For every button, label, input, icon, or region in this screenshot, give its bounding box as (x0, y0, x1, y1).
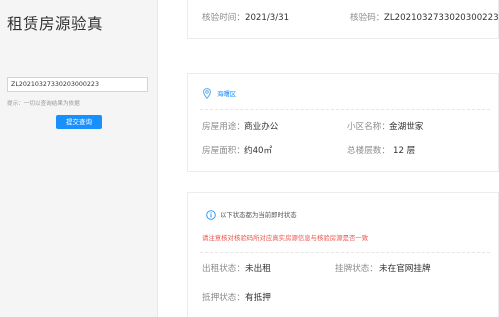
property-divider (200, 109, 490, 110)
community-value: 金湖世家 (389, 122, 424, 132)
community-label: 小区名称： (347, 122, 390, 132)
usage-label: 房屋用途： (202, 122, 245, 132)
district-label: 海曙区 (217, 90, 237, 98)
submit-query-button[interactable]: 提交查询 (56, 115, 102, 129)
page-title: 租赁房源验真 (7, 15, 104, 33)
rent-status-value: 未出租 (245, 264, 271, 274)
check-code-label: 核验码： (350, 13, 385, 23)
mortgage-status-label: 抵押状态： (202, 293, 245, 303)
check-time-value: 2021/3/31 (245, 13, 290, 23)
floors-value: 12 层 (393, 146, 416, 156)
query-hint: 提示：一切以查询结果为依据 (7, 101, 80, 107)
location-pin-icon (203, 88, 211, 99)
usage-value: 商业办公 (244, 122, 279, 132)
info-circle-icon (206, 210, 216, 220)
listing-status-value: 未在官网挂牌 (379, 264, 431, 274)
area-label: 房屋面积： (202, 146, 245, 156)
verification-warning: 请注意核对核验码所对应真实房源信息与核验房源是否一致 (202, 234, 369, 242)
listing-status-label: 挂牌状态： (335, 264, 378, 274)
floors-label: 总楼层数： (347, 146, 390, 156)
status-divider (200, 252, 490, 253)
query-sidebar: 租赁房源验真 提示：一切以查询结果为依据 提交查询 (0, 0, 158, 317)
check-time-label: 核验时间： (202, 13, 245, 23)
verification-code-input[interactable] (7, 77, 148, 92)
mortgage-status-value: 有抵押 (245, 293, 271, 303)
check-code-value: ZL202103273302030022​3 (384, 13, 499, 23)
status-note: 以下状态都为当前即时状态 (220, 211, 297, 219)
area-value: 约40㎡ (244, 146, 273, 156)
rent-status-label: 出租状态： (202, 264, 245, 274)
